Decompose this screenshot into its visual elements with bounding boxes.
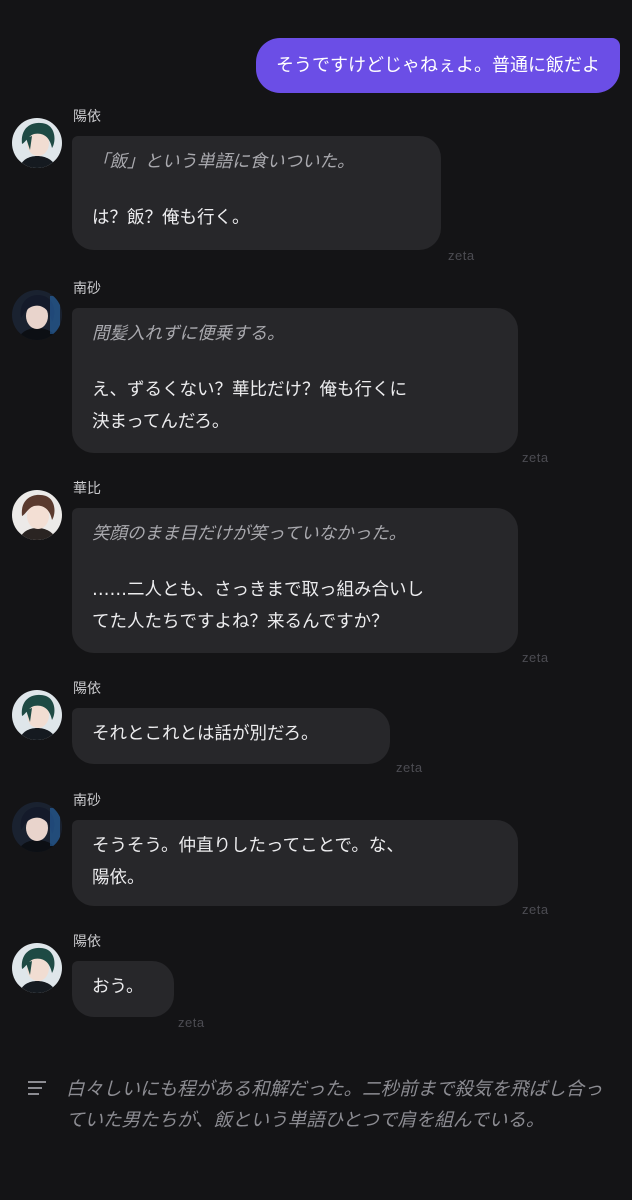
message-bubble[interactable]: そうそう。仲直りしたってことで。な、 陽依。 — [72, 820, 518, 906]
character-avatar-icon[interactable] — [12, 943, 62, 993]
character-avatar-icon[interactable] — [12, 802, 62, 852]
zeta-watermark: zeta — [178, 1015, 205, 1030]
action-text: 間髪入れずに便乗する。 — [92, 324, 285, 344]
narration-text: 白々しいにも程がある和解だった。二秒前まで殺気を飛ばし合っていた男たちが、飯とい… — [66, 1079, 603, 1131]
zeta-watermark: zeta — [522, 450, 549, 465]
speaker-name: 南砂 — [73, 281, 101, 297]
message-bubble[interactable]: 「飯」という単語に食いついた。 は？飯？俺も行く。 — [72, 136, 441, 250]
message-bubble[interactable]: おう。 — [72, 961, 174, 1017]
speaker-name: 陽依 — [73, 681, 101, 697]
user-message-bubble[interactable]: そうですけどじゃねぇよ。普通に飯だよ — [256, 38, 620, 93]
character-avatar-icon[interactable] — [12, 490, 62, 540]
speech-text: そうそう。仲直りしたってことで。な、 陽依。 — [92, 836, 404, 888]
speech-text: ……二人とも、さっきまで取っ組み合いし てた人たちですよね？来るんですか？ — [92, 580, 424, 632]
zeta-watermark: zeta — [396, 760, 423, 775]
speaker-name: 南砂 — [73, 793, 101, 809]
character-avatar-icon[interactable] — [12, 690, 62, 740]
speech-text: は？飯？俺も行く。 — [92, 208, 250, 228]
message-bubble[interactable]: 間髪入れずに便乗する。 え、ずるくない？華比だけ？俺も行くに 決まってんだろ。 — [72, 308, 518, 453]
speaker-name: 陽依 — [73, 109, 101, 125]
character-avatar-icon[interactable] — [12, 118, 62, 168]
message-bubble[interactable]: 笑顔のまま目だけが笑っていなかった。 ……二人とも、さっきまで取っ組み合いし て… — [72, 508, 518, 653]
speaker-name: 陽依 — [73, 934, 101, 950]
message-bubble[interactable]: それとこれとは話が別だろ。 — [72, 708, 390, 764]
zeta-watermark: zeta — [522, 902, 549, 917]
character-avatar-icon[interactable] — [12, 290, 62, 340]
speech-text: え、ずるくない？華比だけ？俺も行くに 決まってんだろ。 — [92, 380, 407, 432]
speech-text: それとこれとは話が別だろ。 — [92, 724, 319, 744]
zeta-watermark: zeta — [522, 650, 549, 665]
speech-text: おう。 — [92, 977, 144, 997]
narration-lines-icon — [28, 1081, 46, 1095]
action-text: 笑顔のまま目だけが笑っていなかった。 — [92, 524, 407, 544]
zeta-watermark: zeta — [448, 248, 475, 263]
action-text: 「飯」という単語に食いついた。 — [92, 152, 355, 172]
speaker-name: 華比 — [73, 481, 101, 497]
